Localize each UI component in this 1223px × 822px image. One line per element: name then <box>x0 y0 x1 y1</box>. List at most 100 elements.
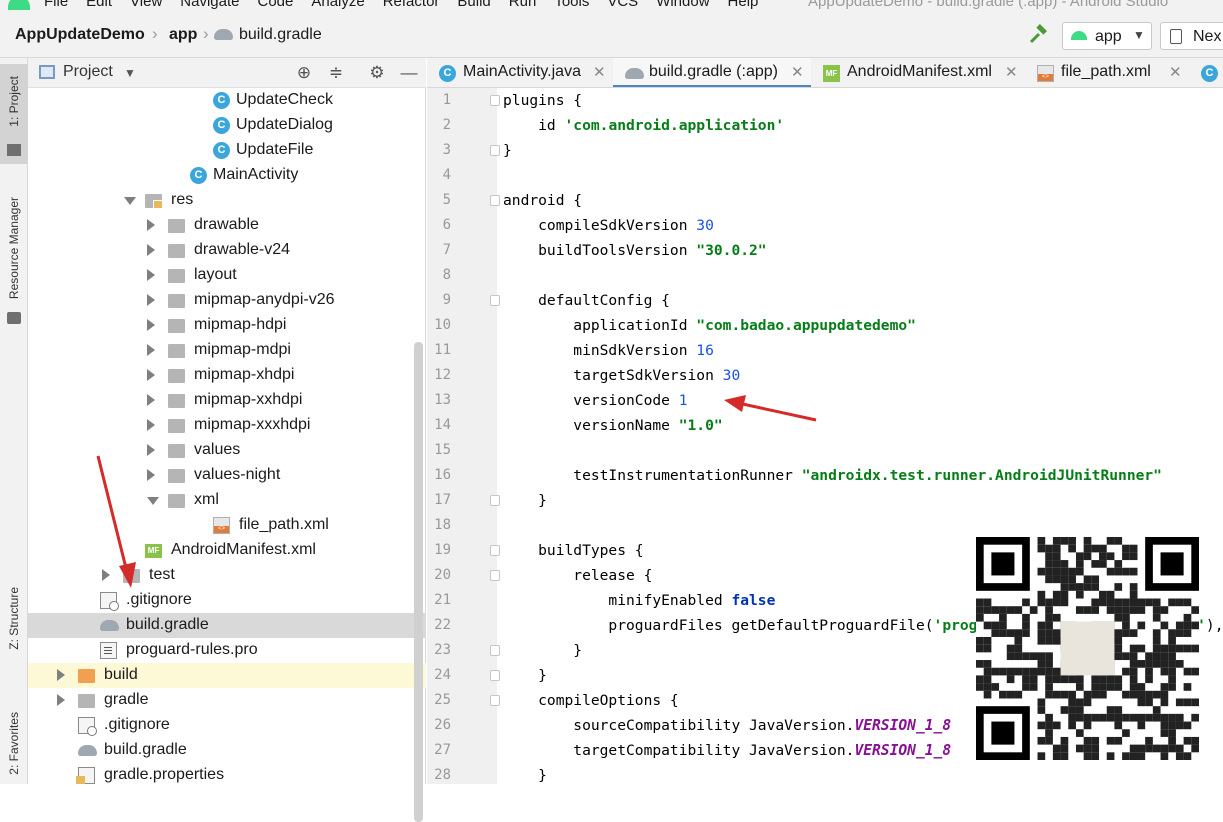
fold-marker-icon[interactable] <box>490 670 500 681</box>
expanded-arrow-icon[interactable] <box>147 497 159 505</box>
project-panel: Project ▼ ⊕ ≑ ⚙ — C UpdateCheck C UpdateDia… <box>28 58 426 822</box>
collapsed-arrow-icon[interactable] <box>147 469 155 481</box>
tree-item[interactable]: drawable-v24 <box>28 238 426 263</box>
breadcrumb-project[interactable]: AppUpdateDemo <box>15 26 145 44</box>
tree-item[interactable]: mipmap-mdpi <box>28 338 426 363</box>
fold-marker-icon[interactable] <box>490 295 500 306</box>
tree-item[interactable]: .gitignore <box>28 588 426 613</box>
tree-item[interactable]: file_path.xml <box>28 513 426 538</box>
fold-marker-icon[interactable] <box>490 95 500 106</box>
code-token: versionCode <box>503 392 679 409</box>
run-configuration-select[interactable]: app ▼ <box>1062 22 1152 50</box>
menu-item-build[interactable]: Build <box>457 0 490 10</box>
tree-item[interactable]: C UpdateDialog <box>28 113 426 138</box>
collapsed-arrow-icon[interactable] <box>147 319 155 331</box>
chevron-down-icon[interactable]: ▼ <box>124 66 136 80</box>
project-tool-tab[interactable]: 1: Project <box>0 64 28 164</box>
tree-item[interactable]: mipmap-xxhdpi <box>28 388 426 413</box>
menu-item-run[interactable]: Run <box>509 0 537 10</box>
collapsed-arrow-icon[interactable] <box>147 369 155 381</box>
close-tab-icon[interactable]: ✕ <box>593 63 606 81</box>
fold-marker-icon[interactable] <box>490 195 500 206</box>
menu-item-analyze[interactable]: Analyze <box>311 0 364 10</box>
crosshair-locate-icon[interactable]: ⊕ <box>294 63 314 83</box>
code-line: minifyEnabled false <box>503 588 775 613</box>
tree-item[interactable]: mipmap-hdpi <box>28 313 426 338</box>
menu-item-view[interactable]: View <box>130 0 162 10</box>
editor-tab[interactable]: file_path.xml ✕ <box>1025 58 1189 87</box>
close-tab-icon[interactable]: ✕ <box>1169 63 1182 81</box>
collapsed-arrow-icon[interactable] <box>57 669 65 681</box>
editor-tab-overflow[interactable]: C <box>1189 58 1223 87</box>
menu-item-code[interactable]: Code <box>257 0 293 10</box>
collapsed-arrow-icon[interactable] <box>147 269 155 281</box>
breadcrumb-module[interactable]: app <box>169 26 197 44</box>
collapsed-arrow-icon[interactable] <box>147 219 155 231</box>
resource-manager-tab[interactable]: Resource Manager <box>0 186 28 331</box>
tree-item[interactable]: C UpdateCheck <box>28 88 426 113</box>
line-number: 9 <box>442 292 451 308</box>
fold-marker-icon[interactable] <box>490 145 500 156</box>
fold-marker-icon[interactable] <box>490 495 500 506</box>
tree-item[interactable]: build.gradle <box>28 613 426 638</box>
tree-item[interactable]: values <box>28 438 426 463</box>
build-hammer-icon[interactable] <box>1027 24 1049 46</box>
menu-item-help[interactable]: Help <box>728 0 759 10</box>
tree-item[interactable]: gradle <box>28 688 426 713</box>
collapsed-arrow-icon[interactable] <box>102 569 110 581</box>
manifest-icon: MF <box>823 65 840 82</box>
collapsed-arrow-icon[interactable] <box>147 294 155 306</box>
collapse-all-icon[interactable]: ≑ <box>326 63 346 83</box>
tree-item[interactable]: C UpdateFile <box>28 138 426 163</box>
collapsed-arrow-icon[interactable] <box>147 344 155 356</box>
expanded-arrow-icon[interactable] <box>124 197 136 205</box>
collapsed-arrow-icon[interactable] <box>147 394 155 406</box>
tree-item[interactable]: C MainActivity <box>28 163 426 188</box>
project-view-select[interactable]: Project <box>63 63 113 81</box>
tree-item-label: AndroidManifest.xml <box>171 541 316 558</box>
fold-marker-icon[interactable] <box>490 645 500 656</box>
line-number: 16 <box>434 467 451 483</box>
editor-tab[interactable]: MF AndroidManifest.xml ✕ <box>811 58 1025 87</box>
device-select[interactable]: Nex <box>1160 22 1223 50</box>
tree-item[interactable]: values-night <box>28 463 426 488</box>
menu-item-refactor[interactable]: Refactor <box>383 0 440 10</box>
collapsed-arrow-icon[interactable] <box>147 419 155 431</box>
fold-marker-icon[interactable] <box>490 545 500 556</box>
menu-item-window[interactable]: Window <box>656 0 709 10</box>
tree-item[interactable]: gradle.properties <box>28 763 426 784</box>
menu-item-vcs[interactable]: VCS <box>607 0 638 10</box>
tree-item[interactable]: mipmap-anydpi-v26 <box>28 288 426 313</box>
tree-item[interactable]: build <box>28 663 426 688</box>
collapsed-arrow-icon[interactable] <box>147 444 155 456</box>
tree-item[interactable]: drawable <box>28 213 426 238</box>
fold-marker-icon[interactable] <box>490 695 500 706</box>
menu-item-file[interactable]: File <box>44 0 68 10</box>
project-tree-scrollbar[interactable] <box>414 342 423 822</box>
breadcrumb-file[interactable]: build.gradle <box>239 26 322 44</box>
editor-tab[interactable]: build.gradle (:app) ✕ <box>613 58 811 87</box>
tree-item[interactable]: MF AndroidManifest.xml <box>28 538 426 563</box>
menu-item-edit[interactable]: Edit <box>86 0 112 10</box>
menu-item-navigate[interactable]: Navigate <box>180 0 239 10</box>
favorites-tab[interactable]: 2: Favorites <box>0 702 28 784</box>
menu-item-tools[interactable]: Tools <box>554 0 589 10</box>
tree-item[interactable]: .gitignore <box>28 713 426 738</box>
tree-item[interactable]: mipmap-xhdpi <box>28 363 426 388</box>
structure-tab[interactable]: Z: Structure <box>0 576 28 660</box>
hide-panel-icon[interactable]: — <box>399 63 419 83</box>
close-tab-icon[interactable]: ✕ <box>1005 63 1018 81</box>
tree-item[interactable]: xml <box>28 488 426 513</box>
gear-icon[interactable]: ⚙ <box>367 63 387 83</box>
collapsed-arrow-icon[interactable] <box>57 694 65 706</box>
tree-item[interactable]: build.gradle <box>28 738 426 763</box>
collapsed-arrow-icon[interactable] <box>147 244 155 256</box>
tree-item[interactable]: proguard-rules.pro <box>28 638 426 663</box>
editor-tab[interactable]: C MainActivity.java ✕ <box>427 58 613 87</box>
tree-item[interactable]: test <box>28 563 426 588</box>
tree-item[interactable]: mipmap-xxxhdpi <box>28 413 426 438</box>
tree-item[interactable]: res <box>28 188 426 213</box>
fold-marker-icon[interactable] <box>490 570 500 581</box>
close-tab-icon[interactable]: ✕ <box>791 63 804 81</box>
tree-item[interactable]: layout <box>28 263 426 288</box>
